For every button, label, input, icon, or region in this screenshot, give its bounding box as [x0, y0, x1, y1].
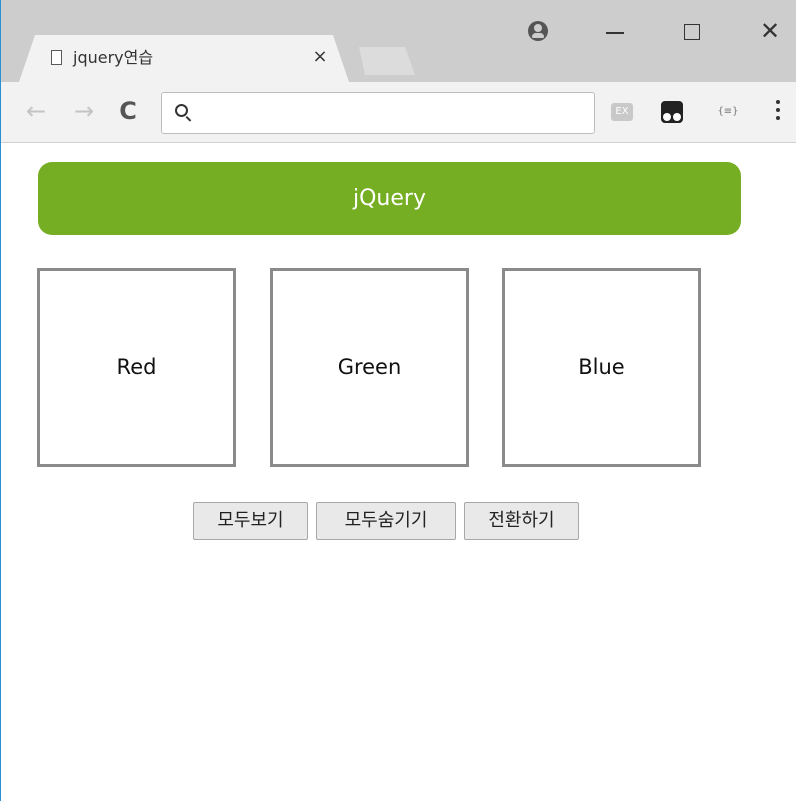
page-content: [2, 143, 796, 801]
browser-window: jquery연습 × ✕ ← → C EX {≡} jQuery Red Gre…: [0, 0, 796, 801]
show-all-button[interactable]: 모두보기: [193, 502, 308, 540]
close-window-icon[interactable]: ✕: [757, 16, 783, 46]
menu-icon[interactable]: [773, 100, 783, 126]
maximize-icon[interactable]: [684, 24, 700, 40]
page-icon: [51, 50, 62, 65]
back-icon[interactable]: ←: [23, 96, 49, 126]
tab-close-icon[interactable]: ×: [309, 46, 331, 68]
reload-icon[interactable]: C: [115, 96, 141, 126]
address-input[interactable]: [197, 98, 591, 128]
tab-jquery[interactable]: [19, 35, 349, 82]
search-icon: [175, 104, 188, 117]
minimize-icon[interactable]: [606, 32, 624, 34]
forward-icon[interactable]: →: [71, 96, 97, 126]
box-blue: Blue: [502, 268, 701, 467]
hide-all-button[interactable]: 모두숨기기: [316, 502, 456, 540]
tampermonkey-extension-icon[interactable]: [661, 101, 683, 123]
profile-icon[interactable]: [528, 21, 548, 41]
box-green: Green: [270, 268, 469, 467]
toggle-button[interactable]: 전환하기: [464, 502, 579, 540]
tab-title: jquery연습: [73, 48, 154, 67]
json-extension-icon[interactable]: {≡}: [713, 103, 743, 121]
box-red: Red: [37, 268, 236, 467]
page-header: jQuery: [38, 162, 741, 235]
ex-extension-icon[interactable]: EX: [611, 103, 633, 121]
